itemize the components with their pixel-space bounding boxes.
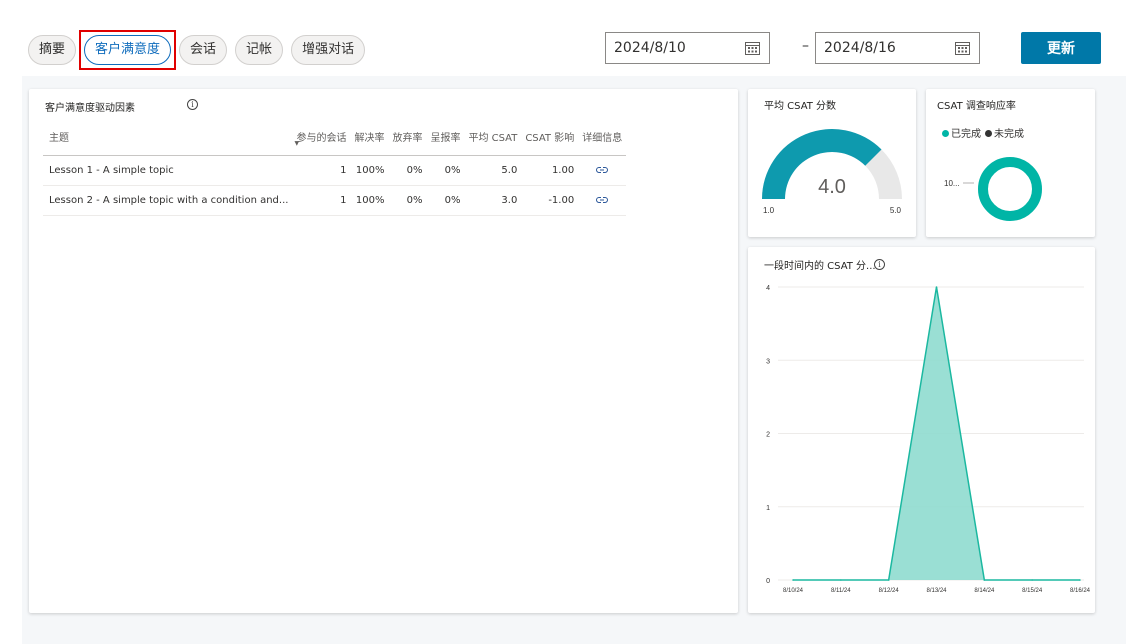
end-date-value: 2024/8/16 <box>824 40 896 56</box>
end-date-input[interactable]: 2024/8/16 <box>815 32 980 64</box>
dashboard-area: 客户满意度驱动因素 i 主题 参与的会话 ▼ 解决率 放弃率 呈报率 平均 CS… <box>22 76 1126 644</box>
cell-topic: Lesson 1 - A simple topic <box>43 155 293 186</box>
avg-csat-card: 平均 CSAT 分数 4.0 1.0 5.0 <box>748 89 916 237</box>
cell-escalation: 0% <box>426 185 465 216</box>
x-tick-label: 8/12/24 <box>879 588 900 594</box>
start-date-input[interactable]: 2024/8/10 <box>605 32 770 64</box>
tab-wrap-satisfaction: 客户满意度 <box>79 30 177 70</box>
gauge-min-label: 1.0 <box>763 206 775 215</box>
col-details[interactable]: 详细信息 <box>578 119 627 156</box>
tab-sessions[interactable]: 会话 <box>179 35 228 65</box>
cell-sessions: 1 <box>292 185 351 216</box>
data-point <box>983 579 986 581</box>
cell-topic: Lesson 2 - A simple topic with a conditi… <box>43 185 293 216</box>
cell-details <box>578 185 627 216</box>
cell-escalation: 0% <box>426 155 465 186</box>
gauge-max-label: 5.0 <box>890 206 902 215</box>
tab-wrap-enhanced: 增强对话 <box>291 35 366 65</box>
data-point <box>1079 579 1081 581</box>
tab-enhanced-conversations[interactable]: 增强对话 <box>291 35 366 65</box>
survey-response-card: CSAT 调查响应率 已完成 未完成 10... <box>926 89 1095 237</box>
col-csat-impact[interactable]: CSAT 影响 <box>521 119 579 156</box>
donut-label: 10... <box>944 179 960 188</box>
x-tick-label: 8/15/24 <box>1022 588 1043 594</box>
x-tick-label: 8/11/24 <box>831 588 851 594</box>
y-tick-label: 1 <box>766 505 770 512</box>
cell-avg-csat: 5.0 <box>464 155 522 186</box>
calendar-icon[interactable] <box>955 41 970 55</box>
y-tick-label: 4 <box>766 285 770 292</box>
link-icon[interactable] <box>596 166 609 174</box>
cell-csat-impact: -1.00 <box>521 185 579 216</box>
y-tick-label: 3 <box>766 358 770 365</box>
tab-bar: 摘要 客户满意度 会话 记帐 增强对话 <box>28 30 373 70</box>
x-tick-label: 8/10/24 <box>783 588 804 594</box>
x-tick-label: 8/16/24 <box>1070 588 1091 594</box>
cell-abandon: 0% <box>388 185 427 216</box>
tab-wrap-billing: 记帐 <box>235 35 284 65</box>
data-point <box>887 579 890 581</box>
cell-details <box>578 155 627 186</box>
col-sessions-label: 参与的会话 <box>296 133 347 145</box>
y-tick-label: 0 <box>766 578 770 585</box>
cell-csat-impact: 1.00 <box>521 155 579 186</box>
start-date-value: 2024/8/10 <box>614 40 686 56</box>
satisfaction-drivers-card: 客户满意度驱动因素 i 主题 参与的会话 ▼ 解决率 放弃率 呈报率 平均 CS… <box>29 89 738 613</box>
card-title: 客户满意度驱动因素 <box>45 103 135 114</box>
col-avg-csat[interactable]: 平均 CSAT <box>464 119 522 156</box>
csat-gauge: 4.0 1.0 5.0 <box>762 129 902 215</box>
col-sessions[interactable]: 参与的会话 ▼ <box>292 119 351 156</box>
data-point <box>935 286 938 288</box>
tab-customer-satisfaction[interactable]: 客户满意度 <box>84 35 172 65</box>
x-tick-label: 8/14/24 <box>974 588 995 594</box>
csat-trend-card: 一段时间内的 CSAT 分... i 0 1 2 3 4 8/10/24 8/11/24 8/… <box>748 247 1095 613</box>
date-separator: – <box>802 38 809 54</box>
refresh-button[interactable]: 更新 <box>1021 32 1101 64</box>
col-topic[interactable]: 主题 <box>43 119 293 156</box>
x-tick-label: 8/13/24 <box>926 588 947 594</box>
tab-summary[interactable]: 摘要 <box>28 35 77 65</box>
y-tick-label: 2 <box>766 432 770 439</box>
tab-billing[interactable]: 记帐 <box>235 35 284 65</box>
info-icon[interactable]: i <box>187 99 198 110</box>
csat-trend-chart: 0 1 2 3 4 8/10/24 8/11/24 8/12/24 8/13/24 8/14/24… <box>766 285 1091 594</box>
table-row: Lesson 1 - A simple topic 1 100% 0% 0% 5… <box>43 155 627 186</box>
cell-resolution: 100% <box>350 185 389 216</box>
data-point <box>840 579 842 581</box>
table-row: Lesson 2 - A simple topic with a conditi… <box>43 185 627 216</box>
link-icon[interactable] <box>596 196 609 204</box>
tab-wrap-sessions: 会话 <box>179 35 228 65</box>
gauge-value: 4.0 <box>818 176 846 198</box>
response-donut: 10... <box>944 157 1042 221</box>
tab-wrap-summary: 摘要 <box>28 35 77 65</box>
col-abandon[interactable]: 放弃率 <box>388 119 427 156</box>
data-point <box>1031 579 1033 581</box>
calendar-icon[interactable] <box>745 41 760 55</box>
drivers-table: 主题 参与的会话 ▼ 解决率 放弃率 呈报率 平均 CSAT CSAT 影响 详… <box>43 119 627 216</box>
data-point <box>792 579 794 581</box>
cell-avg-csat: 3.0 <box>464 185 522 216</box>
donut-ring-completed[interactable] <box>978 157 1042 221</box>
cell-abandon: 0% <box>388 155 427 186</box>
cell-sessions: 1 <box>292 155 351 186</box>
col-resolution[interactable]: 解决率 <box>350 119 389 156</box>
cell-resolution: 100% <box>350 155 389 186</box>
sort-desc-icon: ▼ <box>294 139 300 147</box>
col-escalation[interactable]: 呈报率 <box>426 119 465 156</box>
